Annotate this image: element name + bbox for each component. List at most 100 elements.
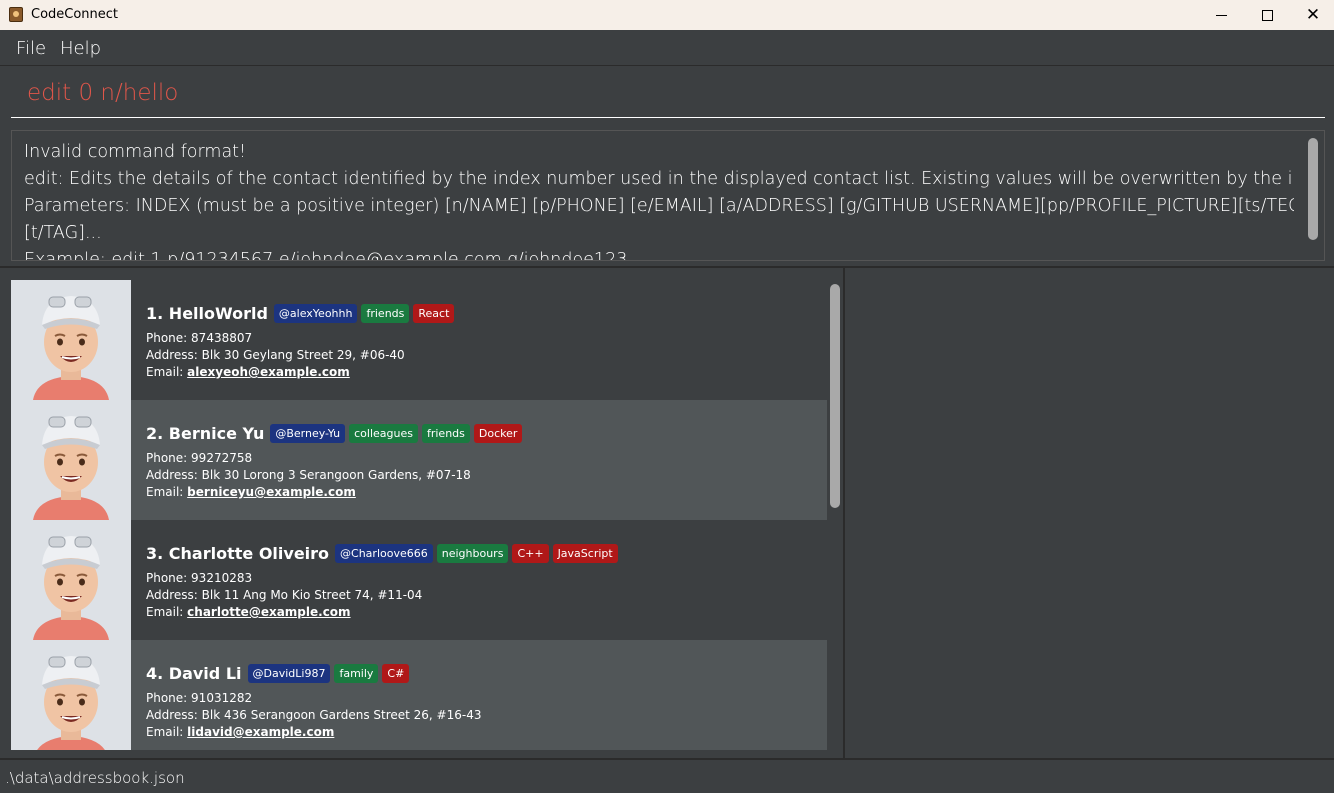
contact-name: 1. HelloWorld	[146, 304, 268, 323]
maximize-icon	[1261, 9, 1273, 21]
result-text: Invalid command format! edit: Edits the …	[24, 139, 1294, 261]
email-label: Email:	[146, 485, 184, 499]
result-line: Parameters: INDEX (must be a positive in…	[24, 196, 1294, 216]
contact-card[interactable]: 2. Bernice Yu @Berney-Yu colleagues friends…	[11, 400, 827, 520]
result-line: [t/TAG]...	[24, 223, 102, 243]
address-label: Address:	[146, 708, 198, 722]
techstack-tag: C#	[382, 663, 410, 683]
techstack-tag: React	[413, 303, 455, 323]
address-value: Blk 11 Ang Mo Kio Street 74, #11-04	[201, 588, 423, 602]
command-input[interactable]: edit 0 n/hello	[11, 66, 1325, 118]
address-label: Address:	[146, 348, 198, 362]
contact-index: 2.	[146, 423, 164, 443]
result-display: Invalid command format! edit: Edits the …	[11, 130, 1325, 261]
result-line: Example: edit 1 p/91234567 e/johndoe@exa…	[24, 250, 628, 261]
contact-address: Address: Blk 11 Ang Mo Kio Street 74, #1…	[146, 588, 422, 602]
status-file-path: .\data\addressbook.json	[5, 769, 185, 787]
close-button[interactable]: ✕	[1290, 0, 1334, 30]
phone-label: Phone:	[146, 571, 188, 585]
contact-name-row: 1. HelloWorld @alexYeohhh friends React	[146, 302, 458, 324]
contact-phone: Phone: 93210283	[146, 571, 252, 585]
email-link[interactable]: alexyeoh@example.com	[187, 365, 350, 379]
command-text: edit 0 n/hello	[27, 80, 179, 106]
avatar	[11, 640, 131, 750]
result-line: edit: Edits the details of the contact i…	[24, 169, 1294, 189]
phone-label: Phone:	[146, 331, 188, 345]
contact-email: Email: berniceyu@example.com	[146, 485, 356, 499]
avatar-image	[11, 280, 131, 400]
tag: colleagues	[349, 423, 418, 443]
contact-name-row: 3. Charlotte Oliveiro @Charloove666 neighb…	[146, 542, 622, 564]
menu-help[interactable]: Help	[60, 38, 101, 59]
contact-name-text: Bernice Yu	[168, 423, 265, 443]
contact-email: Email: lidavid@example.com	[146, 725, 334, 739]
detail-panel	[843, 266, 1334, 758]
contact-name-row: 2. Bernice Yu @Berney-Yu colleagues friends…	[146, 422, 526, 444]
avatar	[11, 400, 131, 520]
contact-email: Email: alexyeoh@example.com	[146, 365, 350, 379]
minimize-button[interactable]	[1198, 0, 1244, 30]
tag: neighbours	[436, 543, 509, 563]
contact-list-scrollbar[interactable]	[830, 284, 840, 508]
contact-index: 1.	[146, 303, 164, 323]
phone-label: Phone:	[146, 691, 188, 705]
contact-name: 4. David Li	[146, 664, 242, 683]
contact-card[interactable]: 4. David Li @DavidLi987 family C# Phone: 910…	[11, 640, 827, 750]
result-scrollbar[interactable]	[1308, 138, 1318, 240]
contact-card[interactable]: 1. HelloWorld @alexYeohhh friends React Phon…	[11, 280, 827, 400]
email-link[interactable]: lidavid@example.com	[187, 725, 334, 739]
email-link[interactable]: berniceyu@example.com	[187, 485, 356, 499]
contact-name-text: David Li	[168, 663, 242, 683]
contact-index: 3.	[146, 543, 164, 563]
github-tag: @DavidLi987	[247, 663, 331, 683]
github-tag: @alexYeohhh	[273, 303, 358, 323]
avatar	[11, 520, 131, 640]
avatar	[11, 280, 131, 400]
email-label: Email:	[146, 725, 184, 739]
avatar-image	[11, 400, 131, 520]
github-tag: @Charloove666	[335, 543, 433, 563]
techstack-tag: JavaScript	[552, 543, 618, 563]
address-value: Blk 436 Serangoon Gardens Street 26, #16…	[201, 708, 482, 722]
phone-value: 99272758	[191, 451, 253, 465]
menu-bar: File Help	[0, 30, 1334, 66]
contact-phone: Phone: 99272758	[146, 451, 252, 465]
contact-name-text: Charlotte Oliveiro	[168, 543, 330, 563]
contact-name-row: 4. David Li @DavidLi987 family C#	[146, 662, 413, 684]
contact-address: Address: Blk 436 Serangoon Gardens Stree…	[146, 708, 481, 722]
contact-address: Address: Blk 30 Lorong 3 Serangoon Garde…	[146, 468, 471, 482]
contact-name: 2. Bernice Yu	[146, 424, 264, 443]
contact-address: Address: Blk 30 Geylang Street 29, #06-4…	[146, 348, 405, 362]
title-bar: CodeConnect ✕	[0, 0, 1334, 30]
tag: friends	[361, 303, 410, 323]
address-label: Address:	[146, 468, 198, 482]
result-line: Invalid command format!	[24, 142, 247, 162]
maximize-button[interactable]	[1244, 0, 1290, 30]
contact-card[interactable]: 3. Charlotte Oliveiro @Charloove666 neighb…	[11, 520, 827, 640]
contact-name-text: HelloWorld	[168, 303, 268, 323]
contact-name: 3. Charlotte Oliveiro	[146, 544, 329, 563]
tag: friends	[421, 423, 470, 443]
contact-phone: Phone: 91031282	[146, 691, 252, 705]
status-bar: .\data\addressbook.json	[0, 758, 1334, 793]
avatar-image	[11, 520, 131, 640]
contact-list[interactable]: 1. HelloWorld @alexYeohhh friends React Phon…	[11, 280, 827, 750]
contact-email: Email: charlotte@example.com	[146, 605, 351, 619]
close-icon: ✕	[1305, 4, 1321, 25]
techstack-tag: Docker	[473, 423, 523, 443]
tag: family	[334, 663, 379, 683]
address-label: Address:	[146, 588, 198, 602]
phone-value: 91031282	[191, 691, 253, 705]
window-title: CodeConnect	[31, 7, 119, 22]
phone-value: 93210283	[191, 571, 253, 585]
github-tag: @Berney-Yu	[270, 423, 346, 443]
address-value: Blk 30 Geylang Street 29, #06-40	[201, 348, 405, 362]
menu-file[interactable]: File	[16, 38, 46, 59]
address-value: Blk 30 Lorong 3 Serangoon Gardens, #07-1…	[201, 468, 471, 482]
avatar-image	[11, 640, 131, 750]
email-label: Email:	[146, 365, 184, 379]
email-link[interactable]: charlotte@example.com	[187, 605, 350, 619]
contact-list-panel: 1. HelloWorld @alexYeohhh friends React Phon…	[0, 266, 843, 758]
techstack-tag: C++	[512, 543, 549, 563]
command-box: edit 0 n/hello	[0, 66, 1334, 126]
